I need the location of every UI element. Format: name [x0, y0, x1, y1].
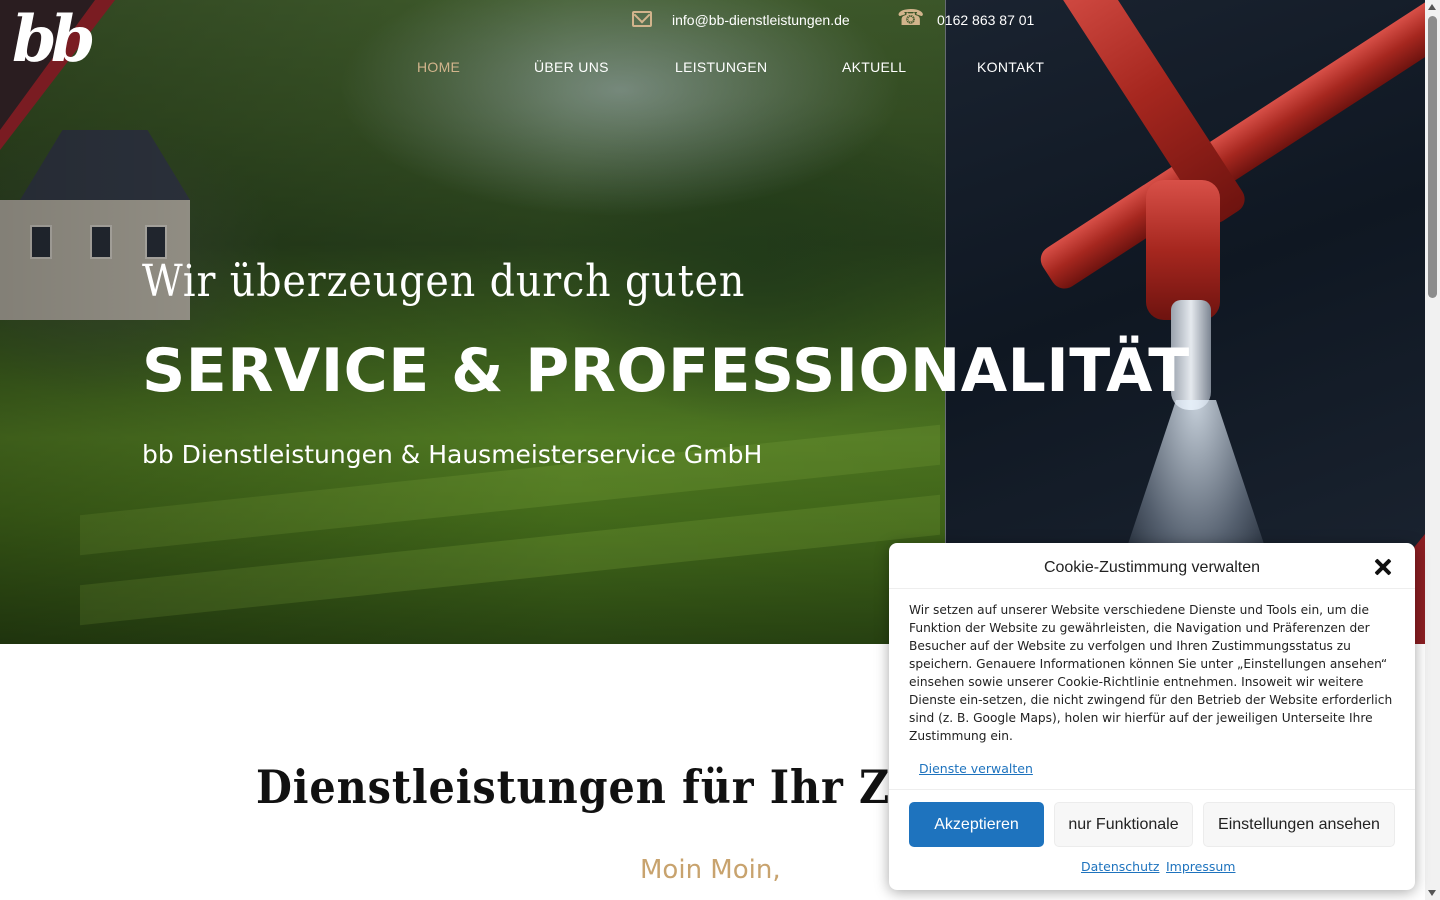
page-scrollbar[interactable]	[1425, 0, 1440, 900]
scroll-down-arrow-icon[interactable]	[1428, 890, 1436, 896]
manage-services-link[interactable]: Dienste verwalten	[919, 761, 1033, 776]
mail-icon	[632, 11, 652, 27]
phone-link[interactable]: 0162 863 87 01	[937, 8, 1034, 32]
nav-kontakt[interactable]: KONTAKT	[977, 59, 1044, 75]
hero-company-name: bb Dienstleistungen & Hausmeisterservice…	[142, 440, 763, 469]
cookie-consent-dialog: Cookie-Zustimmung verwalten Wir setzen a…	[889, 543, 1415, 890]
functional-only-button[interactable]: nur Funktionale	[1054, 802, 1193, 847]
divider	[889, 588, 1415, 589]
nav-ueber-uns[interactable]: ÜBER UNS	[534, 59, 609, 75]
nav-home[interactable]: HOME	[417, 59, 460, 75]
view-settings-button[interactable]: Einstellungen ansehen	[1203, 802, 1395, 847]
logo[interactable]: bb	[12, 4, 95, 76]
scroll-up-arrow-icon[interactable]	[1428, 4, 1436, 10]
cookie-dialog-body: Wir setzen auf unserer Website verschied…	[909, 603, 1393, 743]
cookie-dialog-title: Cookie-Zustimmung verwalten	[1043, 559, 1261, 576]
hero-subtitle: Wir überzeugen durch guten	[142, 256, 746, 307]
divider	[889, 789, 1415, 790]
privacy-link[interactable]: Datenschutz	[1081, 859, 1160, 874]
hero-garden-image	[0, 0, 945, 644]
phone-icon: ☎	[897, 6, 925, 31]
scrollbar-thumb[interactable]	[1428, 16, 1437, 298]
imprint-link[interactable]: Impressum	[1166, 859, 1235, 874]
email-link[interactable]: info@bb-dienstleistungen.de	[672, 8, 850, 32]
nav-aktuell[interactable]: AKTUELL	[842, 59, 906, 75]
greeting-text: Moin Moin,	[640, 855, 781, 885]
accept-button[interactable]: Akzeptieren	[909, 802, 1044, 847]
hero-title: SERVICE & PROFESSIONALITÄT	[142, 336, 1190, 406]
nav-leistungen[interactable]: LEISTUNGEN	[675, 59, 767, 75]
close-icon[interactable]	[1371, 555, 1395, 579]
